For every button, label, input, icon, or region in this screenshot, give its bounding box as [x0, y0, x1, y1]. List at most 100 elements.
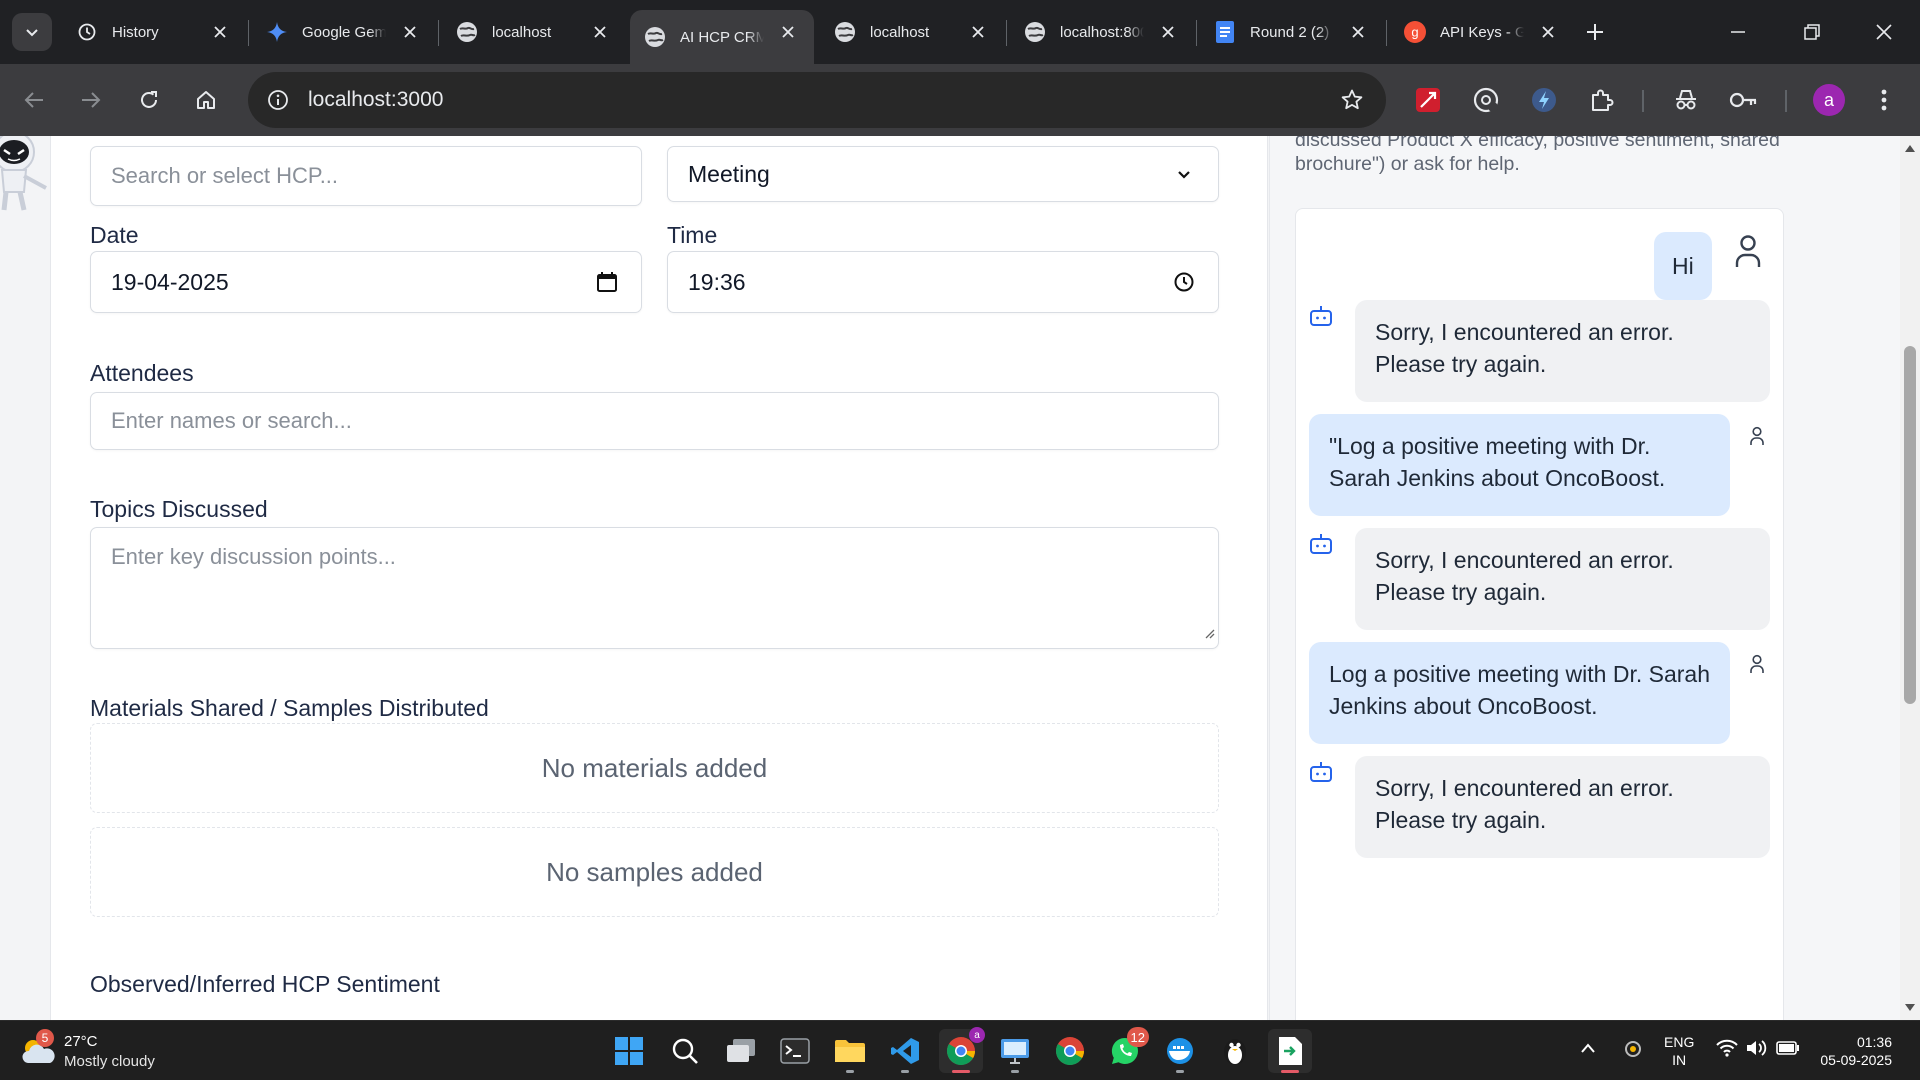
date-label: Date: [90, 222, 139, 248]
close-icon[interactable]: [400, 22, 420, 42]
globe-icon: [834, 21, 856, 43]
page-scrollbar[interactable]: [1900, 136, 1920, 1020]
browser-tab-strip: History Google Gemini localhost AI HCP C…: [0, 0, 1920, 64]
terminal-app[interactable]: [773, 1029, 817, 1073]
language-code: ENG: [1664, 1034, 1695, 1050]
docker-app[interactable]: [1158, 1029, 1202, 1073]
tab-separator: [438, 20, 439, 46]
clock-icon[interactable]: [1172, 270, 1196, 294]
user-message: "Log a positive meeting with Dr. Sarah J…: [1309, 414, 1730, 516]
chrome-app-active[interactable]: a: [939, 1027, 985, 1073]
date-input[interactable]: 19-04-2025: [90, 251, 642, 313]
chevron-down-icon: [1172, 162, 1196, 186]
reload-icon: [141, 91, 157, 108]
url-text[interactable]: localhost:3000: [308, 88, 443, 112]
page-viewport: Search or select HCP... Meeting Date Tim…: [0, 136, 1920, 1020]
incognito-icon[interactable]: [1668, 82, 1704, 118]
wifi-icon[interactable]: [1716, 1039, 1738, 1060]
tab-ai-hcp-crm[interactable]: AI HCP CRM: [630, 10, 814, 64]
profile-avatar[interactable]: a: [1813, 84, 1845, 116]
user-icon: [1748, 653, 1766, 675]
app-launch-icon: [1279, 1037, 1302, 1065]
search-icon: [672, 1038, 698, 1064]
file-explorer-app[interactable]: [828, 1029, 872, 1073]
topics-placeholder: Enter key discussion points...: [111, 544, 396, 569]
tab-search-button[interactable]: [12, 13, 52, 51]
penguin-app[interactable]: [1213, 1029, 1257, 1073]
reload-button[interactable]: [131, 82, 167, 118]
address-bar[interactable]: localhost:3000: [248, 72, 1386, 128]
extension-threads-icon[interactable]: [1468, 82, 1504, 118]
time-label: Time: [667, 222, 718, 248]
restore-button[interactable]: [1790, 14, 1834, 50]
history-icon: [76, 21, 98, 43]
tab-localhost-1[interactable]: localhost: [442, 10, 626, 54]
tray-overflow-chevron-icon[interactable]: [1580, 1041, 1596, 1057]
hcp-search-input[interactable]: Search or select HCP...: [90, 146, 642, 206]
back-button[interactable]: [16, 82, 52, 118]
attendees-input[interactable]: Enter names or search...: [90, 392, 1219, 450]
bot-icon: [1309, 304, 1333, 328]
active-window-app[interactable]: [1268, 1029, 1312, 1073]
interaction-type-select[interactable]: Meeting: [667, 146, 1219, 202]
tab-api-keys[interactable]: g API Keys - G: [1390, 10, 1574, 54]
ai-assistant-panel: discussed Product X efficacy, positive s…: [1269, 136, 1900, 1020]
menu-kebab-icon[interactable]: [1866, 82, 1902, 118]
time-input[interactable]: 19:36: [667, 251, 1219, 313]
folder-icon: [835, 1040, 865, 1062]
new-tab-button[interactable]: [1578, 15, 1612, 49]
tray-app-icon[interactable]: [1622, 1038, 1644, 1063]
close-icon[interactable]: [1348, 22, 1368, 42]
tab-google-gemini[interactable]: Google Gemini: [252, 10, 436, 54]
bot-message: Sorry, I encountered an error. Please tr…: [1355, 528, 1770, 630]
extension-bolt-icon[interactable]: [1526, 82, 1562, 118]
system-clock[interactable]: 01:36 05-09-2025: [1818, 1033, 1892, 1069]
chat-messages[interactable]: Hi Sorry, I encountered an error. Please…: [1295, 208, 1784, 1020]
topics-textarea[interactable]: Enter key discussion points...: [90, 527, 1219, 649]
task-view-button[interactable]: [719, 1029, 763, 1073]
tab-title: AI HCP CRM: [680, 28, 764, 46]
attendees-label: Attendees: [90, 360, 194, 386]
tab-round-2[interactable]: Round 2 (2): [1200, 10, 1384, 54]
battery-icon[interactable]: [1776, 1040, 1800, 1059]
close-window-button[interactable]: [1862, 14, 1906, 50]
extensions-puzzle-icon[interactable]: [1584, 82, 1620, 118]
close-icon[interactable]: [968, 22, 988, 42]
browser-toolbar: localhost:3000 a: [0, 64, 1920, 136]
forward-button[interactable]: [73, 82, 109, 118]
whatsapp-app[interactable]: 12: [1103, 1027, 1149, 1073]
resize-handle-icon[interactable]: [1203, 619, 1215, 645]
search-button[interactable]: [663, 1029, 707, 1073]
password-key-icon[interactable]: [1725, 82, 1761, 118]
bookmark-star-icon[interactable]: [1338, 86, 1366, 114]
tab-localhost-2[interactable]: localhost: [820, 10, 1004, 54]
volume-icon[interactable]: [1746, 1039, 1768, 1060]
tab-localhost-8000[interactable]: localhost:8000: [1010, 10, 1194, 54]
close-icon[interactable]: [210, 22, 230, 42]
bot-icon: [1309, 760, 1333, 784]
chrome-app[interactable]: [1048, 1029, 1092, 1073]
minimize-button[interactable]: [1716, 14, 1760, 50]
tab-title: API Keys - G: [1440, 23, 1524, 41]
extension-red-icon[interactable]: [1410, 82, 1446, 118]
site-info-icon[interactable]: [262, 84, 294, 116]
language-indicator[interactable]: ENG IN: [1664, 1033, 1694, 1069]
calendar-icon[interactable]: [595, 270, 619, 294]
monitor-app[interactable]: [993, 1029, 1037, 1073]
close-icon[interactable]: [1158, 22, 1178, 42]
start-button[interactable]: [607, 1029, 651, 1073]
vscode-app[interactable]: [883, 1029, 927, 1073]
tab-history[interactable]: History: [62, 10, 246, 54]
scroll-down-arrow-icon[interactable]: [1904, 1002, 1916, 1014]
close-icon[interactable]: [1538, 22, 1558, 42]
running-indicator: [846, 1070, 854, 1073]
clock-time: 01:36: [1856, 1034, 1892, 1050]
weather-widget[interactable]: 5 27°C Mostly cloudy: [20, 1029, 220, 1073]
close-icon[interactable]: [590, 22, 610, 42]
plus-icon: [1587, 24, 1603, 40]
close-icon[interactable]: [778, 22, 798, 42]
monitor-app-icon: [1001, 1039, 1029, 1064]
home-button[interactable]: [188, 82, 224, 118]
scroll-up-arrow-icon[interactable]: [1904, 142, 1916, 154]
scrollbar-thumb[interactable]: [1904, 346, 1916, 704]
